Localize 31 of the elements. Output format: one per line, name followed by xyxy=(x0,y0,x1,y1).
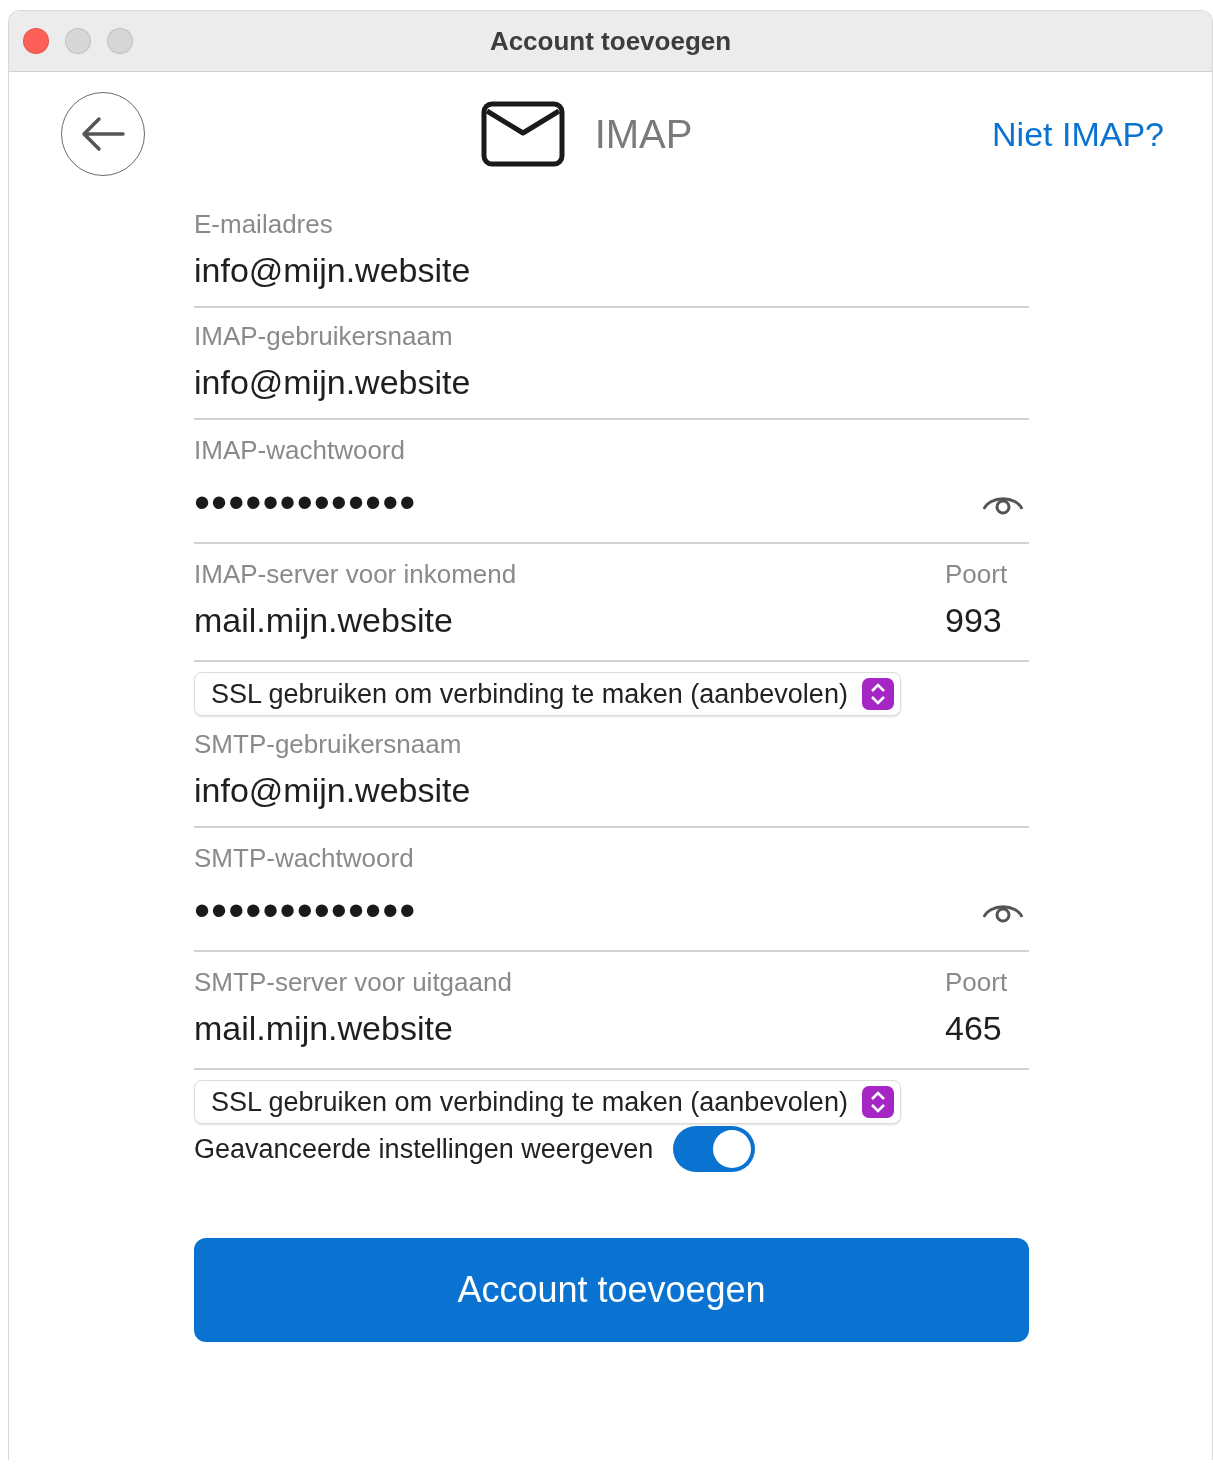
security-dropdown[interactable]: SSL gebruiken om verbinding te maken (aanbevolen) xyxy=(194,1080,901,1124)
field-label: IMAP-server voor inkomend xyxy=(194,558,518,590)
field-label: SMTP-wachtwoord xyxy=(194,842,415,874)
field-label: IMAP-gebruikersnaam xyxy=(194,320,454,352)
input-field[interactable]: info@mijn.website xyxy=(194,248,1029,292)
add-account-button[interactable]: Account toevoegen xyxy=(194,1238,1029,1342)
password-field[interactable]: ••••••••••••• xyxy=(194,888,417,932)
stepper-icon xyxy=(861,678,894,710)
close-button[interactable] xyxy=(23,28,49,54)
protocol-title: IMAP xyxy=(594,111,693,157)
field-label: SMTP-server voor uitgaand xyxy=(194,966,513,998)
back-arrow-icon xyxy=(81,116,125,152)
port-field[interactable]: 993 xyxy=(945,598,1029,642)
port-field[interactable]: 465 xyxy=(945,1006,1029,1050)
field-label: SMTP-gebruikersnaam xyxy=(194,728,463,760)
toggle-label: Geavanceerde instellingen weergeven xyxy=(194,1133,654,1165)
password-field[interactable]: ••••••••••••• xyxy=(194,480,417,524)
input-field[interactable]: mail.mijn.website xyxy=(194,598,945,642)
security-dropdown[interactable]: SSL gebruiken om verbinding te maken (aanbevolen) xyxy=(194,672,901,716)
stepper-icon xyxy=(861,1086,894,1118)
input-field[interactable]: info@mijn.website xyxy=(194,768,1029,812)
port-label: Poort xyxy=(945,558,1009,590)
not-imap-link[interactable]: Niet IMAP? xyxy=(992,114,1164,154)
toggle-switch[interactable] xyxy=(673,1126,756,1172)
field-label: IMAP-wachtwoord xyxy=(194,434,406,466)
field-label: E-mailadres xyxy=(194,208,334,240)
input-field[interactable]: mail.mijn.website xyxy=(194,1006,945,1050)
window-title: Account toevoegen xyxy=(489,25,732,57)
input-field[interactable]: info@mijn.website xyxy=(194,360,1029,404)
envelope-icon xyxy=(480,101,565,167)
port-label: Poort xyxy=(945,966,1009,998)
